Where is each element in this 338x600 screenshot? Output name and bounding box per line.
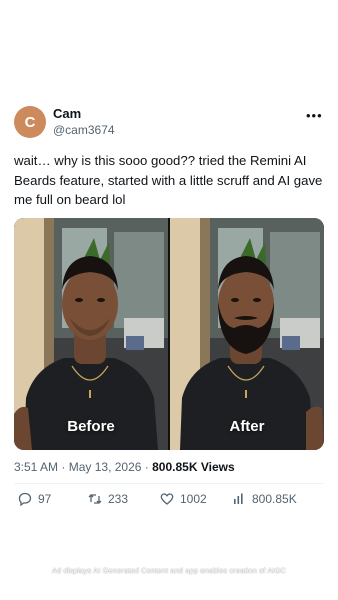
tweet-time[interactable]: 3:51 AM [14, 460, 58, 474]
before-after-image[interactable]: Before After [14, 218, 324, 450]
heart-icon [160, 493, 174, 505]
views-button[interactable]: 800.85K [232, 492, 297, 506]
avatar[interactable]: C [14, 106, 46, 138]
divider [14, 483, 324, 484]
views-count[interactable]: 800.85K Views [152, 460, 235, 474]
reply-button[interactable]: 97 [18, 492, 51, 506]
repost-count: 233 [108, 492, 129, 506]
ai-disclaimer: Ad displays AI Generated Content and app… [51, 566, 287, 575]
like-count: 1002 [180, 492, 207, 506]
views-action-count: 800.85K [252, 492, 297, 506]
avatar-letter: C [24, 113, 36, 131]
before-label: Before [67, 418, 115, 435]
tweet-meta: 3:51 AM · May 13, 2026 · 800.85K Views [14, 460, 326, 474]
repost-icon [88, 494, 102, 504]
repost-button[interactable]: 233 [88, 492, 128, 506]
meta-separator: · [144, 460, 149, 474]
before-photo: Before [14, 218, 168, 450]
analytics-icon [234, 493, 243, 504]
tweet-text: wait… why is this sooo good?? tried the … [14, 153, 323, 207]
meta-separator: · [61, 460, 66, 474]
tweet-date[interactable]: May 13, 2026 [69, 460, 142, 474]
reply-count: 97 [38, 492, 52, 506]
tweet-card: C Cam @cam3674 ••• wait… why is this soo… [0, 0, 338, 600]
reply-icon [18, 492, 32, 506]
like-button[interactable]: 1002 [160, 492, 207, 506]
after-label: After [229, 418, 265, 435]
action-bar: 97 233 1002 800.85K [14, 492, 326, 508]
more-options-icon[interactable]: ••• [306, 108, 323, 123]
author-handle[interactable]: @cam3674 [53, 123, 115, 137]
after-photo: After [170, 218, 324, 450]
author-name[interactable]: Cam [53, 106, 81, 121]
